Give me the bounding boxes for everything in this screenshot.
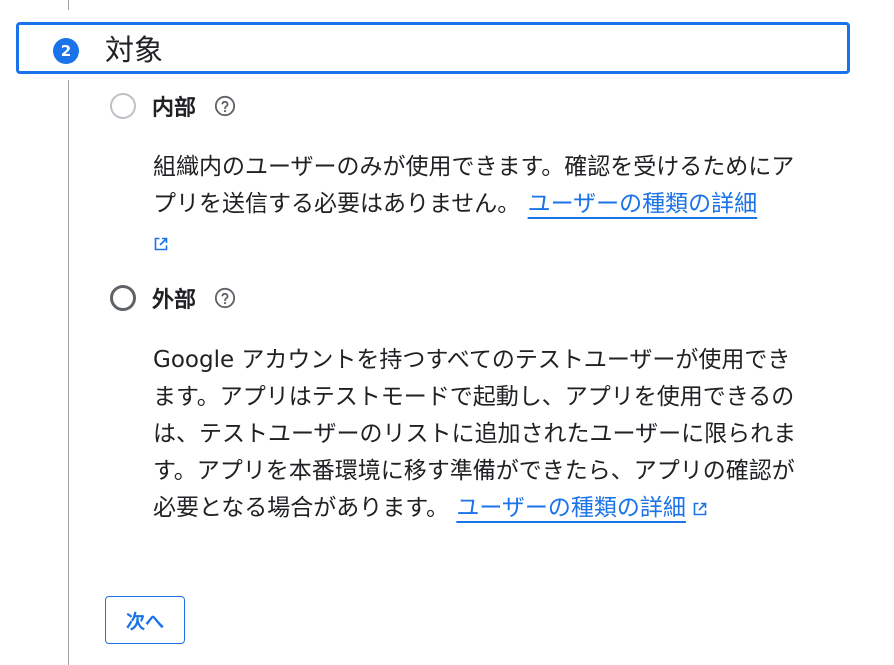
internal-radio[interactable] [110, 93, 136, 119]
external-description: Google アカウントを持つすべてのテストユーザーが使用できます。アプリはテス… [153, 342, 813, 527]
timeline-line [68, 0, 69, 10]
step-number-badge: 2 [53, 38, 79, 64]
internal-description: 組織内のユーザーのみが使用できます。確認を受けるためにアプリを送信する必要はあり… [153, 149, 813, 223]
internal-option: 内部 [110, 90, 236, 122]
timeline-line [68, 80, 69, 665]
step-title: 対象 [105, 33, 164, 67]
help-icon[interactable] [214, 95, 236, 117]
external-label: 外部 [152, 288, 197, 313]
external-radio[interactable] [110, 285, 136, 311]
step-header[interactable]: 2 対象 [16, 22, 850, 74]
help-icon[interactable] [214, 287, 236, 309]
open-in-new-icon[interactable] [153, 236, 169, 252]
oauth-consent-audience-step: 2 対象 内部 組織内のユーザーのみが使用できます。確認を受けるためにアプリを送… [0, 0, 894, 665]
external-option: 外部 [110, 282, 236, 314]
external-learn-more-link[interactable]: ユーザーの種類の詳細 [456, 495, 686, 521]
internal-learn-more-link[interactable]: ユーザーの種類の詳細 [528, 191, 758, 217]
open-in-new-icon[interactable] [692, 501, 708, 517]
internal-label: 内部 [152, 96, 197, 121]
next-button[interactable]: 次へ [105, 596, 185, 644]
